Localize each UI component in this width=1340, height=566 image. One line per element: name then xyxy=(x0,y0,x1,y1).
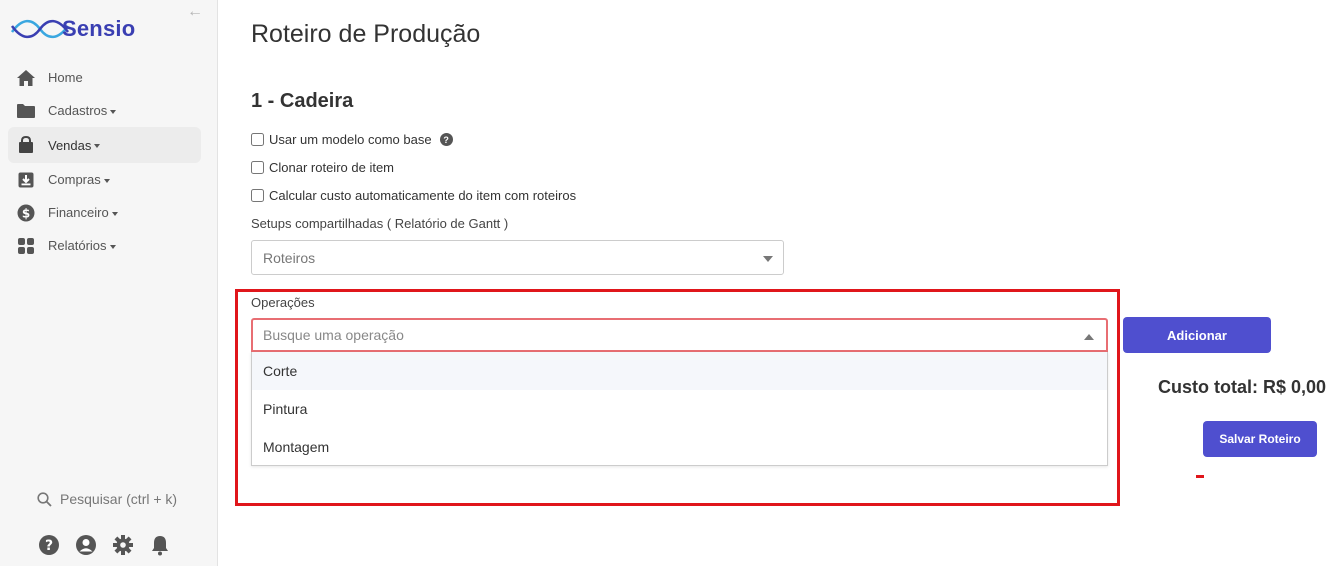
operation-option-montagem[interactable]: Montagem xyxy=(252,428,1107,466)
grid-icon xyxy=(16,236,36,256)
operations-label: Operações xyxy=(251,295,315,310)
brand-logo[interactable]: Sensio xyxy=(10,12,135,46)
search-label: Pesquisar (ctrl + k) xyxy=(60,491,178,507)
sidebar: Sensio ← Home Cadastros Vendas Compras $… xyxy=(0,0,218,566)
clone-routing-checkbox[interactable] xyxy=(251,161,264,174)
operations-dropdown: Corte Pintura Montagem xyxy=(251,352,1108,466)
brand-name: Sensio xyxy=(62,16,136,41)
operation-option-pintura[interactable]: Pintura xyxy=(252,390,1107,428)
add-operation-button[interactable]: Adicionar xyxy=(1123,317,1271,353)
caret-down-icon xyxy=(109,244,116,249)
sidebar-item-cadastros[interactable]: Cadastros xyxy=(8,94,201,127)
help-icon[interactable]: ? xyxy=(38,534,60,556)
red-mark-annotation xyxy=(1196,475,1204,478)
caret-down-icon xyxy=(111,211,118,216)
operation-option-corte[interactable]: Corte xyxy=(252,352,1107,390)
gear-icon[interactable] xyxy=(112,534,134,556)
sidebar-item-label: Relatórios xyxy=(48,238,107,253)
shared-setups-select[interactable]: Roteiros xyxy=(251,240,784,275)
operations-search-input[interactable] xyxy=(253,320,1106,350)
bell-icon[interactable] xyxy=(149,534,171,556)
search-icon xyxy=(37,491,52,507)
sidebar-item-vendas[interactable]: Vendas xyxy=(8,127,201,163)
shared-setups-label: Setups compartilhadas ( Relatório de Gan… xyxy=(251,216,509,231)
page-title: Roteiro de Produção xyxy=(251,20,481,48)
collapse-sidebar-button[interactable]: ← xyxy=(186,3,204,21)
sidebar-item-home[interactable]: Home xyxy=(8,61,201,94)
chevron-down-icon xyxy=(763,256,773,262)
use-template-label: Usar um modelo como base xyxy=(269,132,432,147)
caret-down-icon xyxy=(103,178,110,183)
sidebar-item-label: Cadastros xyxy=(48,103,108,118)
svg-text:$: $ xyxy=(22,206,30,220)
clone-routing-label: Clonar roteiro de item xyxy=(269,160,394,175)
home-icon xyxy=(16,68,36,88)
auto-cost-checkbox-row[interactable]: Calcular custo automaticamente do item c… xyxy=(251,188,576,203)
folder-icon xyxy=(16,101,36,121)
clone-routing-checkbox-row[interactable]: Clonar roteiro de item xyxy=(251,160,394,175)
use-template-checkbox-row[interactable]: Usar um modelo como base ? xyxy=(251,132,453,147)
arrow-left-icon: ← xyxy=(187,3,203,20)
sidebar-item-label: Compras xyxy=(48,172,101,187)
download-box-icon xyxy=(16,170,36,190)
caret-down-icon xyxy=(94,144,101,149)
use-template-checkbox[interactable] xyxy=(251,133,264,146)
sidebar-item-relatorios[interactable]: Relatórios xyxy=(8,229,201,262)
svg-text:?: ? xyxy=(45,538,53,554)
global-search[interactable]: Pesquisar (ctrl + k) xyxy=(37,491,177,507)
user-icon[interactable] xyxy=(75,534,97,556)
select-value: Roteiros xyxy=(263,250,316,266)
chevron-up-icon[interactable] xyxy=(1084,334,1094,340)
dollar-icon: $ xyxy=(16,203,36,223)
sidebar-item-label: Vendas xyxy=(48,137,92,153)
sidebar-item-label: Home xyxy=(48,70,83,85)
save-routing-button[interactable]: Salvar Roteiro xyxy=(1203,421,1317,457)
caret-down-icon xyxy=(110,109,117,114)
section-title: 1 - Cadeira xyxy=(251,90,354,112)
sidebar-item-financeiro[interactable]: $ Financeiro xyxy=(8,196,201,229)
sidebar-nav: Home Cadastros Vendas Compras $ Financei… xyxy=(8,61,201,262)
bag-icon xyxy=(16,135,36,155)
sidebar-item-compras[interactable]: Compras xyxy=(8,163,201,196)
sidebar-bottom-toolbar: ? xyxy=(38,534,186,556)
auto-cost-checkbox[interactable] xyxy=(251,189,264,202)
auto-cost-label: Calcular custo automaticamente do item c… xyxy=(269,188,577,203)
sensio-logo-icon xyxy=(10,19,70,39)
question-circle-icon[interactable]: ? xyxy=(439,133,453,146)
operations-search-field[interactable] xyxy=(251,318,1108,352)
total-cost: Custo total: R$ 0,00 xyxy=(1158,377,1327,397)
sidebar-item-label: Financeiro xyxy=(48,205,109,220)
